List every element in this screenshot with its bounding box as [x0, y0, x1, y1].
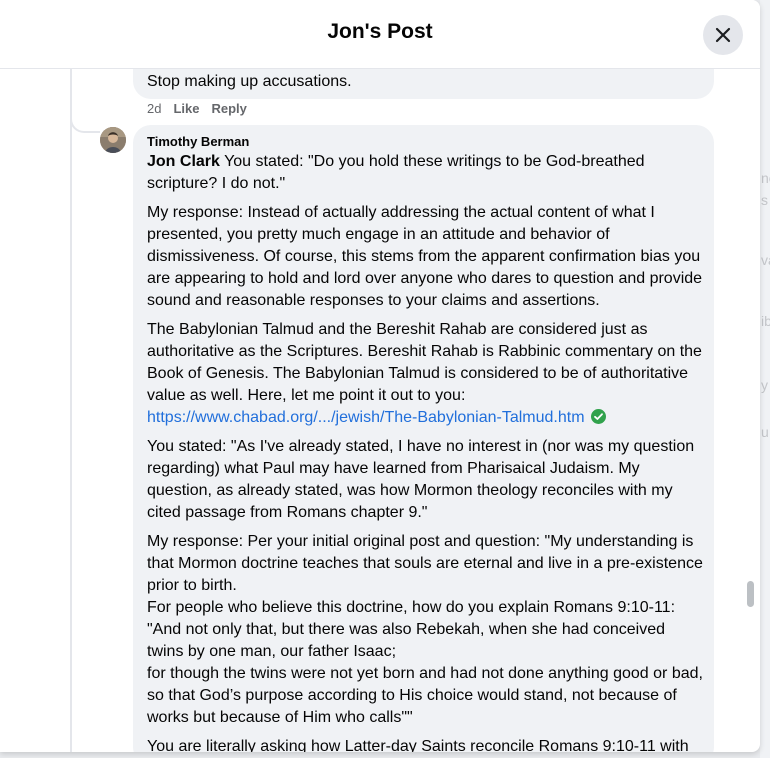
previous-comment-text: Stop making up accusations. — [147, 73, 352, 90]
close-button[interactable] — [703, 15, 743, 55]
background-text: ib — [761, 313, 770, 329]
background-text: s — [761, 192, 768, 208]
reply-button[interactable]: Reply — [211, 101, 246, 117]
comment-paragraph: The Babylonian Talmud and the Bereshit R… — [147, 319, 703, 429]
comment-text: The Babylonian Talmud and the Bereshit R… — [147, 321, 702, 404]
comment-line: For people who believe this doctrine, ho… — [147, 599, 676, 616]
comment-author[interactable]: Timothy Berman — [147, 134, 249, 150]
close-icon — [715, 27, 731, 43]
thread-line — [70, 69, 72, 752]
comment-timestamp[interactable]: 2d — [147, 101, 161, 117]
avatar[interactable] — [100, 127, 126, 153]
comment-paragraph: You stated: "As I've already stated, I h… — [147, 438, 695, 521]
comment-paragraph: Jon Clark You stated: "Do you hold these… — [147, 151, 703, 195]
comment-body: Jon Clark You stated: "Do you hold these… — [147, 151, 703, 752]
background-text: va — [761, 252, 770, 268]
thread-connector — [70, 109, 100, 133]
background-text: ne — [761, 170, 770, 186]
comment-line: "And not only that, but there was also R… — [147, 621, 666, 660]
external-link[interactable]: https://www.chabad.org/.../jewish/The-Ba… — [147, 409, 585, 426]
avatar-image — [100, 127, 126, 153]
dialog-header: Jon's Post — [0, 0, 760, 69]
verified-check-icon — [590, 409, 606, 424]
comment-line: My response: Per your initial original p… — [147, 533, 703, 594]
comments-scroll-area[interactable]: Stop making up accusations. 2d Like Repl… — [0, 69, 760, 752]
like-button[interactable]: Like — [173, 101, 199, 117]
mention-link[interactable]: Jon Clark — [147, 153, 220, 170]
comment-line: for though the twins were not yet born a… — [147, 665, 703, 726]
dialog-title: Jon's Post — [327, 20, 433, 43]
comment-paragraph: My response: Instead of actually address… — [147, 204, 703, 309]
comment-paragraph: You are literally asking how Latter-day … — [147, 738, 689, 752]
background-text: u — [761, 424, 769, 440]
previous-comment-actions: 2d Like Reply — [147, 101, 247, 117]
comment-text: You stated: "Do you hold these writings … — [147, 153, 645, 192]
scrollbar-thumb[interactable] — [747, 581, 754, 607]
post-dialog: Jon's Post Stop making up accusations. 2… — [0, 0, 760, 752]
comment-paragraph: My response: Per your initial original p… — [147, 531, 703, 729]
background-text: y — [761, 377, 768, 393]
